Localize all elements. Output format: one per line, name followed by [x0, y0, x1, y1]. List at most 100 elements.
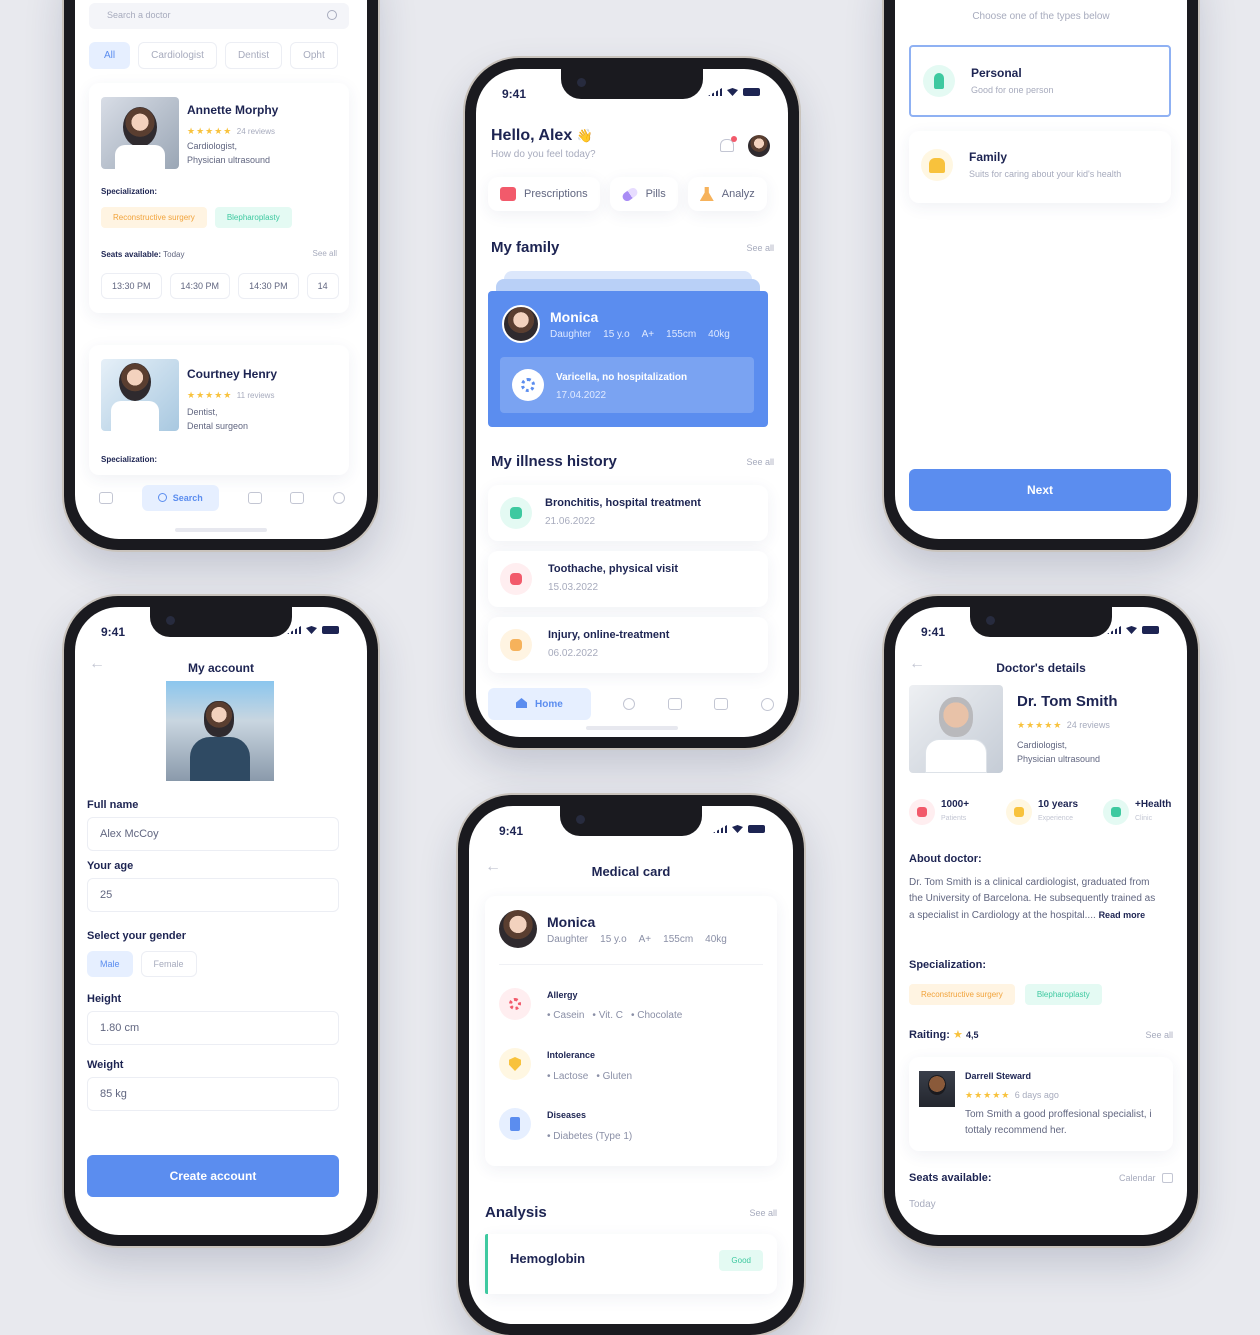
analysis-see-all[interactable]: See all [749, 1208, 777, 1218]
page-title: Doctor's details [996, 661, 1086, 675]
doctor-rating: ★★★★★ 24 reviews [1017, 715, 1110, 733]
time-slot[interactable]: 13:30 PM [101, 273, 162, 299]
pills-button[interactable]: Pills [609, 177, 678, 211]
seats-label: Seats available: [101, 250, 162, 259]
full-name-label: Full name [87, 799, 139, 811]
rating-label: Raiting: [909, 1029, 950, 1041]
doctor-role: Cardiologist, [1017, 740, 1068, 750]
user-avatar[interactable] [748, 135, 770, 157]
height-label: Height [87, 993, 122, 1005]
specialization-label: Specialization: [101, 455, 158, 464]
tag: Reconstructive surgery [101, 207, 207, 228]
member-condition-card[interactable]: Varicella, no hospitalization 17.04.2022 [500, 357, 754, 413]
review-count: 24 reviews [236, 127, 276, 136]
history-title: Toothache, physical visit [548, 563, 678, 575]
history-item[interactable]: Injury, online-treatment 06.02.2022 [488, 617, 768, 673]
history-item[interactable]: Bronchitis, hospital treatment 21.06.2022 [488, 485, 768, 541]
chip-all[interactable]: All [89, 42, 131, 69]
family-member-card[interactable]: Monica Daughter 15 y.o A+ 155cm 40kg Varicel… [488, 291, 768, 427]
weight-input[interactable]: 85 kg [87, 1077, 339, 1111]
member-height: 155cm [663, 934, 694, 945]
history-date: 06.02.2022 [548, 648, 599, 659]
tag: Blepharoplasty [1024, 984, 1102, 1005]
member-height: 155cm [666, 329, 697, 340]
rating-stars: ★★★★★ [187, 126, 233, 136]
stat-value: 1000+ [941, 799, 970, 810]
rating-see-all[interactable]: See all [1145, 1030, 1173, 1040]
signal-icon [708, 88, 722, 96]
settings-icon[interactable] [332, 492, 345, 504]
status-icons [287, 626, 339, 634]
time-slot[interactable]: 14:30 PM [169, 273, 231, 299]
chat-icon[interactable] [290, 492, 305, 504]
time-slot[interactable]: 14:30 PM [238, 273, 299, 299]
review-ago: 6 days ago [1014, 1090, 1059, 1100]
review-count: 24 reviews [1066, 720, 1110, 730]
calendar-icon[interactable] [667, 698, 682, 710]
nav-search-active[interactable]: Search [141, 485, 219, 511]
gender-male[interactable]: Male [87, 951, 133, 977]
phone-home-screen: 9:41 Hello, Alex 👋 How do you feel today… [465, 58, 799, 748]
seats-day: Today [163, 250, 185, 259]
notch [561, 69, 703, 99]
chip-cardiologist[interactable]: Cardiologist [138, 42, 217, 69]
notification-bell-icon[interactable] [720, 136, 737, 152]
shield-icon [499, 1048, 531, 1080]
analysis-item[interactable]: Hemoglobin Good [485, 1234, 777, 1294]
doctor-card[interactable]: Courtney Henry ★★★★★ 11 reviews Dentist,… [89, 345, 349, 475]
plan-option-personal[interactable]: Personal Good for one person [909, 45, 1171, 117]
history-date: 15.03.2022 [548, 582, 599, 593]
time-slots: 13:30 PM 14:30 PM 14:30 PM 14 [101, 273, 339, 299]
status-icons [708, 88, 760, 96]
search-input[interactable]: Search a doctor [89, 3, 349, 29]
home-icon[interactable] [99, 492, 113, 504]
member-weight: 40kg [705, 934, 727, 945]
gender-female[interactable]: Female [140, 951, 197, 977]
plan-option-family[interactable]: Family Suits for caring about your kid's… [909, 131, 1171, 203]
doctor-rating: ★★★★★ 11 reviews [187, 385, 274, 403]
doctor-role: Cardiologist, [187, 141, 238, 151]
stat-icon [1103, 799, 1129, 825]
bottom-nav: Search [99, 485, 345, 511]
full-name-input[interactable]: Alex McCoy [87, 817, 339, 851]
signal-icon [713, 825, 727, 833]
calendar-label: Calendar [1118, 1173, 1156, 1183]
time-slot[interactable]: 14 [306, 273, 339, 299]
settings-icon[interactable] [760, 697, 774, 711]
next-button[interactable]: Next [909, 469, 1171, 511]
specialization-tags: Reconstructive surgery Blepharoplasty [101, 207, 292, 228]
plan-desc: Good for one person [971, 85, 1054, 95]
home-icon [516, 698, 527, 708]
profile-photo[interactable] [166, 681, 274, 781]
reviewer-avatar [919, 1071, 955, 1107]
nav-home-active[interactable]: Home [488, 688, 591, 720]
chat-icon[interactable] [714, 698, 729, 710]
doctor-role-2: Dental surgeon [187, 421, 249, 431]
calendar-icon[interactable] [247, 492, 262, 504]
status-time: 9:41 [101, 625, 126, 639]
review-card: Darrell Steward ★★★★★ 6 days ago Tom Smi… [909, 1057, 1173, 1151]
chip-opht[interactable]: Opht [290, 42, 338, 69]
analysis-name: Hemoglobin [510, 1251, 586, 1266]
doctor-card[interactable]: Annette Morphy ★★★★★ 24 reviews Cardiolo… [89, 83, 349, 313]
doctor-stat: +Health Clinic [1103, 795, 1173, 831]
member-name: Monica [550, 309, 599, 325]
search-icon [157, 493, 167, 502]
about-text: Dr. Tom Smith is a clinical cardiologist… [909, 875, 1161, 924]
family-title: My family [491, 239, 560, 256]
history-item[interactable]: Toothache, physical visit 15.03.2022 [488, 551, 768, 607]
create-account-button[interactable]: Create account [87, 1155, 339, 1197]
family-see-all[interactable]: See all [746, 243, 774, 253]
calendar-link[interactable]: Calendar [1119, 1173, 1173, 1183]
prescriptions-button[interactable]: Prescriptions [488, 177, 600, 211]
height-input[interactable]: 1.80 cm [87, 1011, 339, 1045]
analyzes-label: Analyz [721, 188, 755, 200]
rating-row: Raiting: ★ 4,5 [909, 1028, 978, 1041]
chip-dentist[interactable]: Dentist [224, 42, 283, 69]
history-see-all[interactable]: See all [746, 457, 774, 467]
search-icon[interactable] [623, 698, 636, 710]
read-more-link[interactable]: Read more [1099, 910, 1146, 920]
analyzes-button[interactable]: Analyz [687, 177, 767, 211]
see-all-link[interactable]: See all [313, 249, 337, 258]
age-input[interactable]: 25 [87, 878, 339, 912]
